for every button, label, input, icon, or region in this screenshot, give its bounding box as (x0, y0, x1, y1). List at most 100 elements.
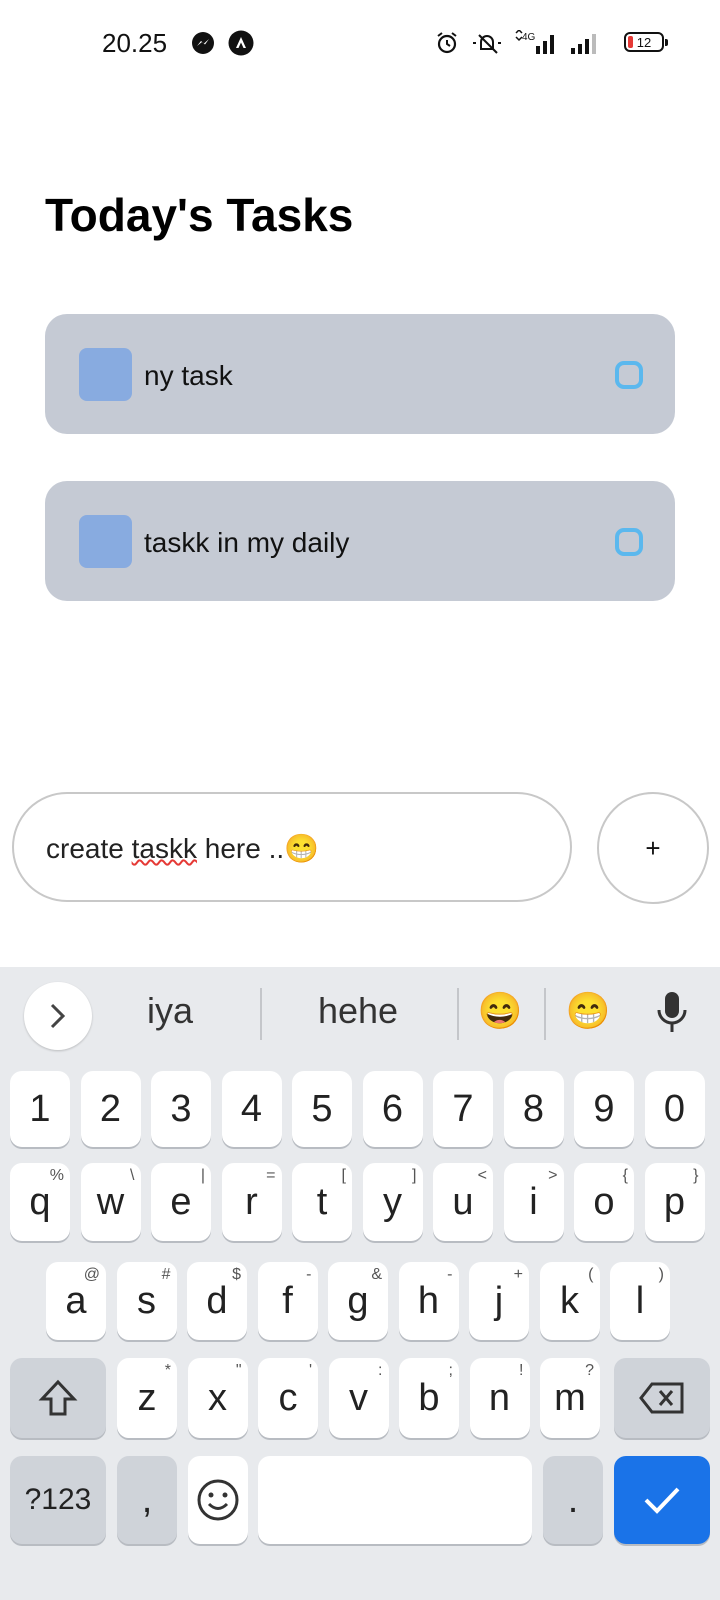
number-key[interactable]: 4 (221, 1071, 282, 1147)
number-key[interactable]: 0 (644, 1071, 705, 1147)
number-key[interactable]: 9 (574, 1071, 634, 1147)
number-key[interactable]: 8 (503, 1071, 564, 1147)
task-square-icon[interactable] (79, 348, 132, 401)
key-label: q (29, 1180, 51, 1223)
suggestion-word[interactable]: iya (120, 990, 220, 1032)
comma-key[interactable]: , (117, 1456, 177, 1544)
messenger-icon (190, 30, 216, 56)
key-label: 8 (522, 1087, 545, 1130)
key-alt-symbol: % (49, 1167, 64, 1184)
letter-key[interactable]: b; (399, 1358, 459, 1438)
task-input[interactable]: create taskk here ..😁 (12, 792, 572, 902)
symbols-key[interactable]: ?123 (10, 1456, 106, 1544)
svg-text:4G: 4G (522, 32, 536, 43)
letter-key[interactable]: n! (469, 1358, 530, 1438)
letter-key[interactable]: k( (539, 1262, 600, 1340)
enter-key[interactable] (614, 1456, 710, 1544)
period-key[interactable]: . (543, 1456, 603, 1544)
task-status-circle-icon[interactable] (615, 361, 643, 389)
key-label: p (663, 1180, 686, 1223)
letter-key[interactable]: l) (610, 1262, 670, 1340)
key-alt-symbol: | (200, 1167, 205, 1184)
letter-key[interactable]: q% (10, 1163, 70, 1241)
letter-key[interactable]: z * (117, 1358, 177, 1438)
key-alt-symbol: ' (308, 1362, 312, 1379)
number-key[interactable]: 2 (80, 1071, 141, 1147)
key-alt-symbol: = (266, 1167, 276, 1184)
key-label: g (347, 1279, 369, 1322)
smiley-icon (197, 1479, 239, 1521)
letter-key[interactable]: p} (644, 1163, 705, 1241)
backspace-icon (639, 1382, 684, 1414)
letter-key[interactable]: h- (398, 1262, 459, 1340)
key-alt-symbol: { (622, 1167, 628, 1184)
letter-key[interactable]: s # (116, 1262, 177, 1340)
letter-key[interactable]: o{ (574, 1163, 634, 1241)
add-task-button[interactable]: + (597, 792, 709, 904)
key-label: 2 (99, 1087, 122, 1130)
letter-key[interactable]: u < (433, 1163, 493, 1241)
letter-key[interactable]: r = (221, 1163, 282, 1241)
key-alt-symbol: ; (448, 1362, 453, 1379)
shift-key[interactable] (10, 1358, 106, 1438)
task-status-circle-icon[interactable] (615, 528, 643, 556)
letter-key[interactable]: y] (362, 1163, 423, 1241)
key-label: 7 (452, 1087, 474, 1130)
key-label: n (488, 1376, 511, 1419)
letter-key[interactable]: d $ (187, 1262, 247, 1340)
key-alt-symbol: [ (341, 1167, 346, 1184)
key-alt-symbol: + (513, 1266, 523, 1283)
letter-key[interactable]: m? (540, 1358, 600, 1438)
letter-key[interactable]: x " (187, 1358, 248, 1438)
letter-key[interactable]: i > (503, 1163, 564, 1241)
letter-key[interactable]: f- (257, 1262, 318, 1340)
number-key[interactable]: 6 (362, 1071, 423, 1147)
backspace-key[interactable] (614, 1358, 710, 1438)
key-label: d (206, 1279, 228, 1322)
signal-icon (568, 30, 600, 56)
key-alt-symbol: > (548, 1167, 558, 1184)
number-key[interactable]: 5 (292, 1071, 352, 1147)
task-card[interactable]: taskk in my daily (45, 481, 675, 601)
key-label: w (96, 1180, 125, 1223)
key-label: m (554, 1376, 586, 1419)
space-key[interactable] (258, 1456, 532, 1544)
input-text-suffix: here ..😁 (196, 833, 319, 864)
key-alt-symbol: * (164, 1362, 171, 1379)
key-label: 9 (593, 1087, 615, 1130)
letter-key[interactable]: a @ (46, 1262, 106, 1340)
alarm-icon (434, 30, 460, 56)
key-alt-symbol: ! (519, 1362, 524, 1379)
key-label: t (316, 1180, 328, 1223)
misspelled-word[interactable]: taskk (132, 833, 197, 864)
number-key[interactable]: 3 (151, 1071, 211, 1147)
letter-key[interactable]: j + (469, 1262, 529, 1340)
letter-key[interactable]: w \ (80, 1163, 141, 1241)
key-alt-symbol: @ (83, 1266, 100, 1283)
number-key[interactable]: 7 (433, 1071, 493, 1147)
suggestion-emoji[interactable]: 😁 (558, 990, 618, 1032)
key-alt-symbol: & (371, 1266, 382, 1283)
task-card[interactable]: ny task (45, 314, 675, 434)
suggestion-word[interactable]: hehe (288, 990, 428, 1032)
key-label: c (278, 1376, 298, 1419)
letter-key[interactable]: c ' (258, 1358, 318, 1438)
letter-key[interactable]: t[ (292, 1163, 352, 1241)
key-alt-symbol: \ (130, 1167, 135, 1184)
key-label: x (208, 1376, 227, 1419)
task-square-icon[interactable] (79, 515, 132, 568)
suggestion-expand-button[interactable] (24, 982, 92, 1050)
suggestion-emoji[interactable]: 😄 (470, 990, 530, 1032)
letter-key[interactable]: g & (328, 1262, 388, 1340)
letter-key[interactable]: e | (151, 1163, 211, 1241)
app-icon (228, 30, 254, 56)
emoji-key[interactable] (188, 1456, 248, 1544)
number-key[interactable]: 1 (10, 1071, 70, 1147)
microphone-icon[interactable] (652, 988, 692, 1045)
key-label: a (65, 1279, 87, 1322)
letter-key[interactable]: v: (328, 1358, 389, 1438)
status-time: 20.25 (102, 28, 168, 58)
key-alt-symbol: $ (232, 1266, 241, 1283)
key-alt-symbol: ] (412, 1167, 417, 1184)
task-label: ny task (144, 360, 233, 391)
